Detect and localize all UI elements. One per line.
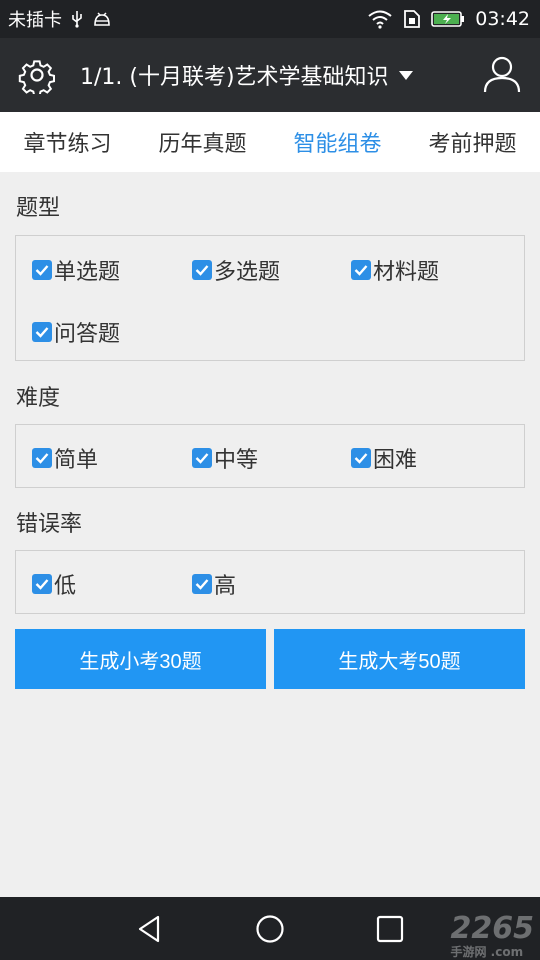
checkbox-checked-icon [351,260,371,280]
checkbox-medium[interactable]: 中等 [192,442,258,474]
status-bar: 未插卡 03:42 [0,0,540,38]
system-nav-bar: 2265 手游网 .com [0,897,540,960]
subject-selector[interactable]: 1/1. (十月联考)艺术学基础知识 [80,38,413,112]
tab-bar: 章节练习 历年真题 智能组卷 考前押题 [0,112,540,172]
checkbox-material[interactable]: 材料题 [351,254,439,286]
android-debug-icon [92,10,112,28]
checkbox-checked-icon [32,574,52,594]
error-rate-label: 错误率 [16,512,83,537]
watermark-text: 2265 [450,911,535,946]
option-label: 单选题 [54,260,121,285]
dropdown-caret-icon [398,70,413,80]
checkbox-checked-icon [32,260,52,280]
app-header: 1/1. (十月联考)艺术学基础知识 [0,38,540,112]
difficulty-box: 简单 中等 困难 [15,424,525,488]
option-label: 高 [214,574,237,599]
checkbox-checked-icon [32,448,52,468]
wifi-icon [367,9,393,29]
option-label: 多选题 [214,260,281,285]
carrier-text: 未插卡 [8,10,62,31]
usb-icon [70,10,84,28]
option-label: 问答题 [54,322,121,347]
option-label: 低 [54,574,77,599]
checkbox-hard[interactable]: 困难 [351,442,417,474]
sim-card-icon [403,9,421,29]
checkbox-checked-icon [32,322,52,342]
checkbox-multi-choice[interactable]: 多选题 [192,254,280,286]
settings-gear-icon[interactable] [18,56,56,97]
tab-chapter-practice[interactable]: 章节练习 [0,112,135,172]
checkbox-checked-icon [192,574,212,594]
tab-pre-exam-predictions[interactable]: 考前押题 [405,112,540,172]
clock-text: 03:42 [475,8,530,30]
user-profile-icon[interactable] [482,54,522,94]
checkbox-essay[interactable]: 问答题 [32,316,120,348]
option-label: 困难 [373,448,418,473]
option-label: 中等 [214,448,259,473]
checkbox-checked-icon [351,448,371,468]
battery-charging-icon [431,10,465,28]
home-circle-icon[interactable] [254,913,286,945]
tab-past-exams[interactable]: 历年真题 [135,112,270,172]
recent-apps-square-icon[interactable] [374,913,406,945]
generate-big-exam-button[interactable]: 生成大考50题 [274,629,525,689]
watermark-logo: 2265 手游网 .com [451,911,535,958]
question-type-label: 题型 [16,196,61,221]
option-label: 材料题 [373,260,440,285]
watermark-subtext: 手游网 .com [450,945,524,959]
page-title: 1/1. (十月联考)艺术学基础知识 [80,65,389,90]
back-triangle-icon[interactable] [134,913,166,945]
checkbox-low[interactable]: 低 [32,568,76,600]
checkbox-checked-icon [192,260,212,280]
checkbox-easy[interactable]: 简单 [32,442,98,474]
difficulty-label: 难度 [16,386,61,411]
option-label: 简单 [54,448,99,473]
checkbox-high[interactable]: 高 [192,568,236,600]
generate-small-exam-button[interactable]: 生成小考30题 [15,629,266,689]
question-type-box: 单选题 多选题 材料题 问答题 [15,235,525,361]
checkbox-single-choice[interactable]: 单选题 [32,254,120,286]
checkbox-checked-icon [192,448,212,468]
error-rate-box: 低 高 [15,550,525,614]
tab-smart-paper[interactable]: 智能组卷 [270,112,405,172]
